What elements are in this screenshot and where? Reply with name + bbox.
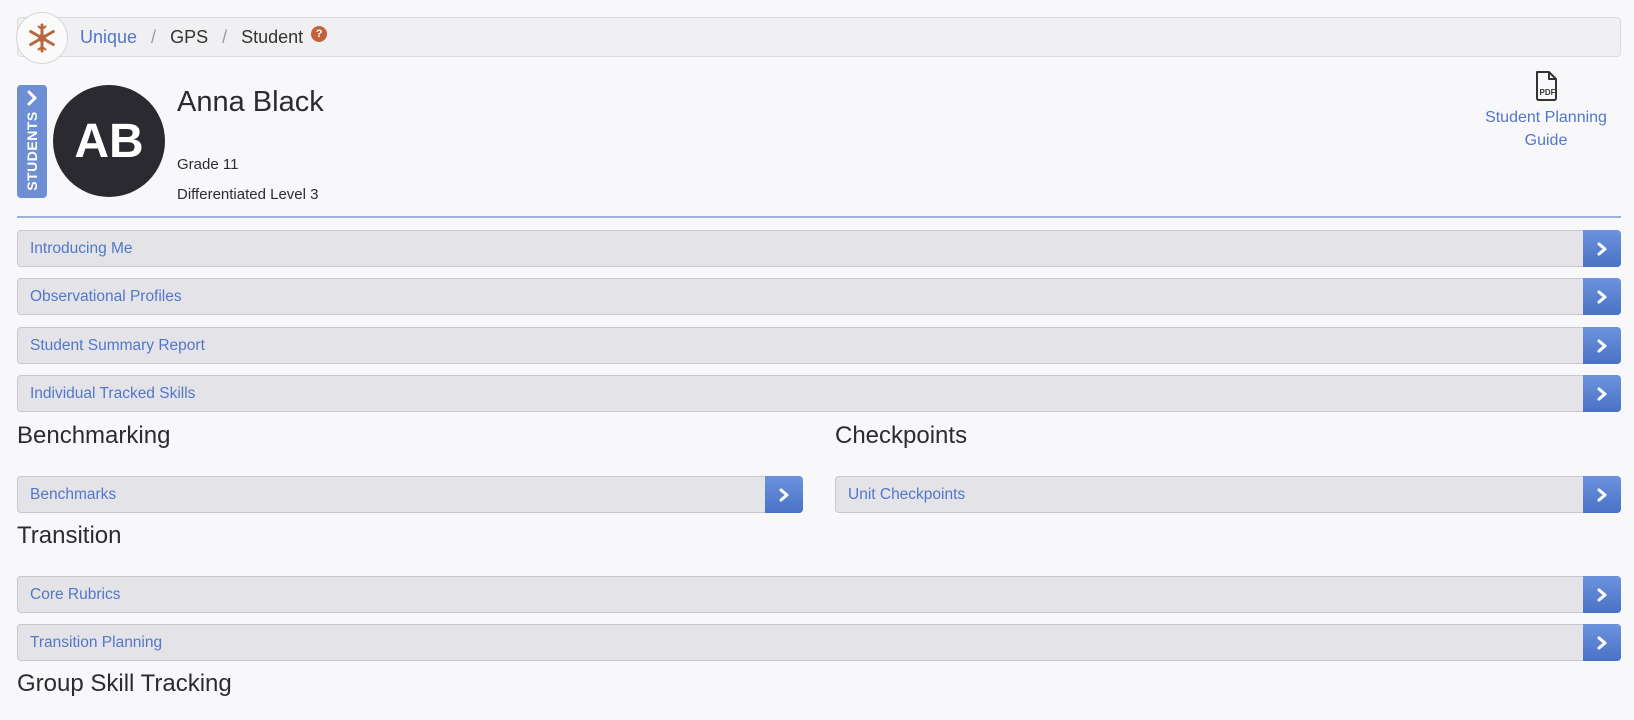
row-label: Observational Profiles — [30, 288, 182, 305]
chevron-right-icon — [1597, 588, 1607, 601]
snowflake-logo-icon[interactable] — [16, 12, 68, 64]
guide-label-line1: Student Planning — [1485, 109, 1607, 126]
chevron-right-icon — [1597, 242, 1607, 255]
chevron-right-icon — [27, 90, 37, 106]
row-label: Benchmarks — [30, 486, 117, 503]
expand-button[interactable] — [1583, 327, 1621, 364]
student-name: Anna Black — [177, 86, 324, 118]
header-divider — [17, 216, 1621, 218]
breadcrumb-separator: / — [151, 26, 157, 47]
row-label: Transition Planning — [30, 634, 163, 651]
section-title-transition: Transition — [17, 522, 122, 549]
row-transition-planning[interactable]: Transition Planning — [17, 624, 1621, 661]
row-introducing-me[interactable]: Introducing Me — [17, 230, 1621, 267]
row-individual-tracked-skills[interactable]: Individual Tracked Skills — [17, 375, 1621, 412]
students-drawer-tab[interactable]: STUDENTS — [17, 85, 47, 198]
breadcrumb-unique-link[interactable]: Unique — [80, 27, 137, 48]
row-core-rubrics[interactable]: Core Rubrics — [17, 576, 1621, 613]
help-icon[interactable]: ? — [311, 26, 328, 42]
students-tab-label: STUDENTS — [24, 111, 40, 191]
expand-button[interactable] — [1583, 230, 1621, 267]
chevron-right-icon — [1597, 387, 1607, 400]
student-planning-guide-link[interactable]: PDF Student Planning Guide — [1476, 70, 1616, 152]
row-benchmarks[interactable]: Benchmarks — [17, 476, 803, 513]
breadcrumb-bar: Unique / GPS / Student ? — [16, 12, 1621, 64]
chevron-right-icon — [1597, 636, 1607, 649]
chevron-right-icon — [1597, 339, 1607, 352]
breadcrumb-gps: GPS — [170, 26, 209, 47]
expand-button[interactable] — [1583, 476, 1621, 513]
chevron-right-icon — [779, 488, 789, 501]
row-label: Core Rubrics — [30, 586, 121, 603]
student-level: Differentiated Level 3 — [177, 186, 319, 203]
section-title-checkpoints: Checkpoints — [835, 422, 968, 449]
expand-button[interactable] — [1583, 375, 1621, 412]
expand-button[interactable] — [765, 476, 803, 513]
section-title-benchmarking: Benchmarking — [17, 422, 171, 449]
breadcrumb-separator: / — [222, 26, 228, 47]
expand-button[interactable] — [1583, 624, 1621, 661]
row-label: Student Summary Report — [30, 337, 205, 354]
row-unit-checkpoints[interactable]: Unit Checkpoints — [835, 476, 1621, 513]
student-avatar: AB — [53, 85, 165, 197]
chevron-right-icon — [1597, 488, 1607, 501]
svg-text:PDF: PDF — [1540, 88, 1556, 97]
breadcrumb: Unique / GPS / Student ? — [80, 18, 328, 56]
row-observational-profiles[interactable]: Observational Profiles — [17, 278, 1621, 315]
breadcrumb-student: Student — [241, 26, 304, 47]
row-label: Individual Tracked Skills — [30, 385, 196, 402]
row-student-summary-report[interactable]: Student Summary Report — [17, 327, 1621, 364]
student-grade: Grade 11 — [177, 156, 239, 173]
row-label: Unit Checkpoints — [848, 486, 966, 503]
pdf-file-icon: PDF — [1536, 71, 1557, 101]
guide-label-line2: Guide — [1524, 132, 1568, 149]
chevron-right-icon — [1597, 290, 1607, 303]
expand-button[interactable] — [1583, 576, 1621, 613]
section-title-group-skill-tracking: Group Skill Tracking — [17, 670, 232, 697]
row-label: Introducing Me — [30, 240, 133, 257]
expand-button[interactable] — [1583, 278, 1621, 315]
